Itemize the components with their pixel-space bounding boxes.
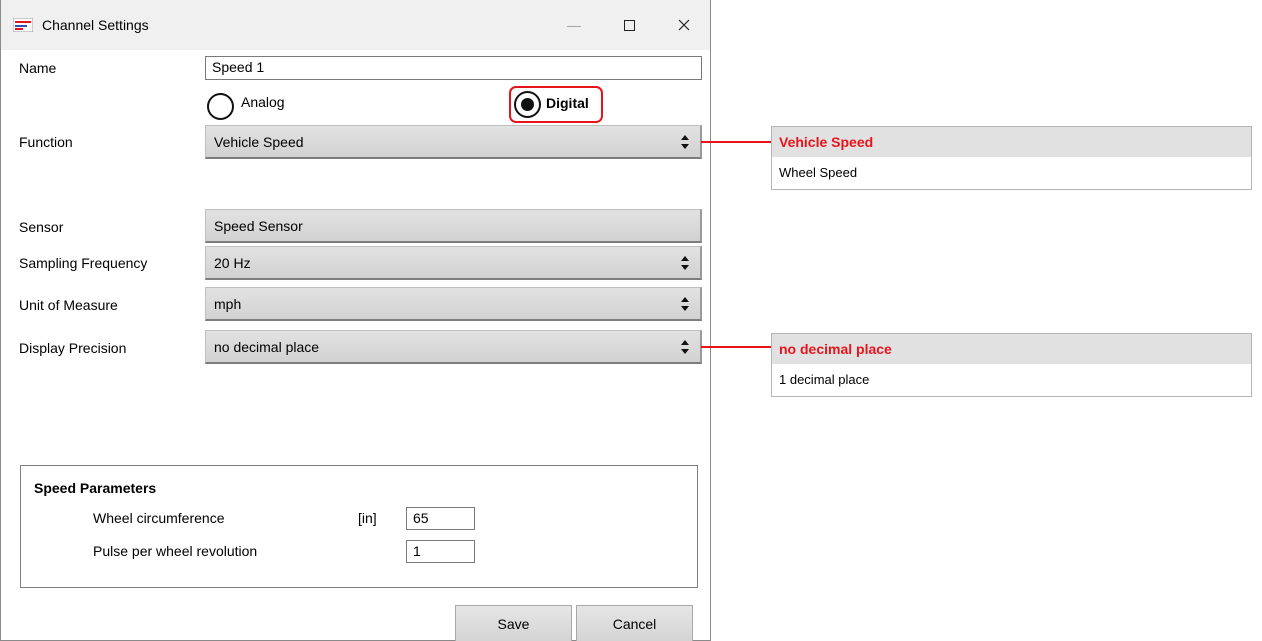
display-precision-select[interactable]: no decimal place [205,330,702,364]
sensor-button[interactable]: Speed Sensor [205,209,702,243]
function-options-list: Vehicle Speed Wheel Speed [771,126,1252,190]
display-precision-label: Display Precision [19,340,127,356]
radio-selected-dot [521,98,534,111]
up-down-arrow-icon [681,135,689,149]
function-select-value: Vehicle Speed [214,134,304,150]
channel-settings-window: Channel Settings — Name Speed 1 Analog D… [0,0,711,641]
app-logo-icon [13,18,33,32]
function-connector-line [701,141,772,143]
up-down-arrow-icon [681,256,689,270]
name-input[interactable]: Speed 1 [205,56,702,80]
speed-parameters-title: Speed Parameters [34,480,157,496]
minimize-button[interactable]: — [551,6,597,44]
precision-option-item[interactable]: 1 decimal place [772,364,1251,396]
wheel-circumference-input[interactable]: 65 [406,507,475,530]
function-select[interactable]: Vehicle Speed [205,125,702,159]
save-button[interactable]: Save [455,605,572,641]
pulse-per-revolution-input[interactable]: 1 [406,540,475,563]
sensor-label: Sensor [19,219,64,235]
radio-analog-circle[interactable] [207,93,234,120]
close-icon [678,19,690,31]
sampling-frequency-select[interactable]: 20 Hz [205,246,702,280]
minimize-icon: — [567,17,581,33]
precision-options-list: no decimal place 1 decimal place [771,333,1252,397]
precision-connector-line [701,346,772,348]
radio-digital-circle[interactable] [514,91,541,118]
sensor-value: Speed Sensor [214,218,303,234]
wheel-circumference-unit: [in] [358,510,377,526]
close-button[interactable] [661,6,707,44]
unit-of-measure-label: Unit of Measure [19,297,118,313]
function-option-selected[interactable]: Vehicle Speed [772,127,1251,157]
name-label: Name [19,60,57,76]
wheel-circumference-label: Wheel circumference [93,510,225,526]
sampling-frequency-value: 20 Hz [214,255,251,271]
sampling-frequency-label: Sampling Frequency [19,255,148,271]
function-label: Function [19,134,73,150]
cancel-button[interactable]: Cancel [576,605,693,641]
title-bar: Channel Settings — [1,0,710,50]
maximize-button[interactable] [606,6,652,44]
unit-of-measure-value: mph [214,296,242,312]
precision-option-selected[interactable]: no decimal place [772,334,1251,364]
unit-of-measure-select[interactable]: mph [205,287,702,321]
radio-analog-label: Analog [241,94,285,110]
up-down-arrow-icon [681,340,689,354]
speed-parameters-group: Speed Parameters Wheel circumference [in… [20,465,698,588]
window-title: Channel Settings [42,17,149,33]
display-precision-value: no decimal place [214,339,320,355]
pulse-per-revolution-label: Pulse per wheel revolution [93,543,258,559]
radio-digital-label: Digital [546,95,589,111]
maximize-icon [623,19,635,31]
function-option-item[interactable]: Wheel Speed [772,157,1251,189]
up-down-arrow-icon [681,297,689,311]
